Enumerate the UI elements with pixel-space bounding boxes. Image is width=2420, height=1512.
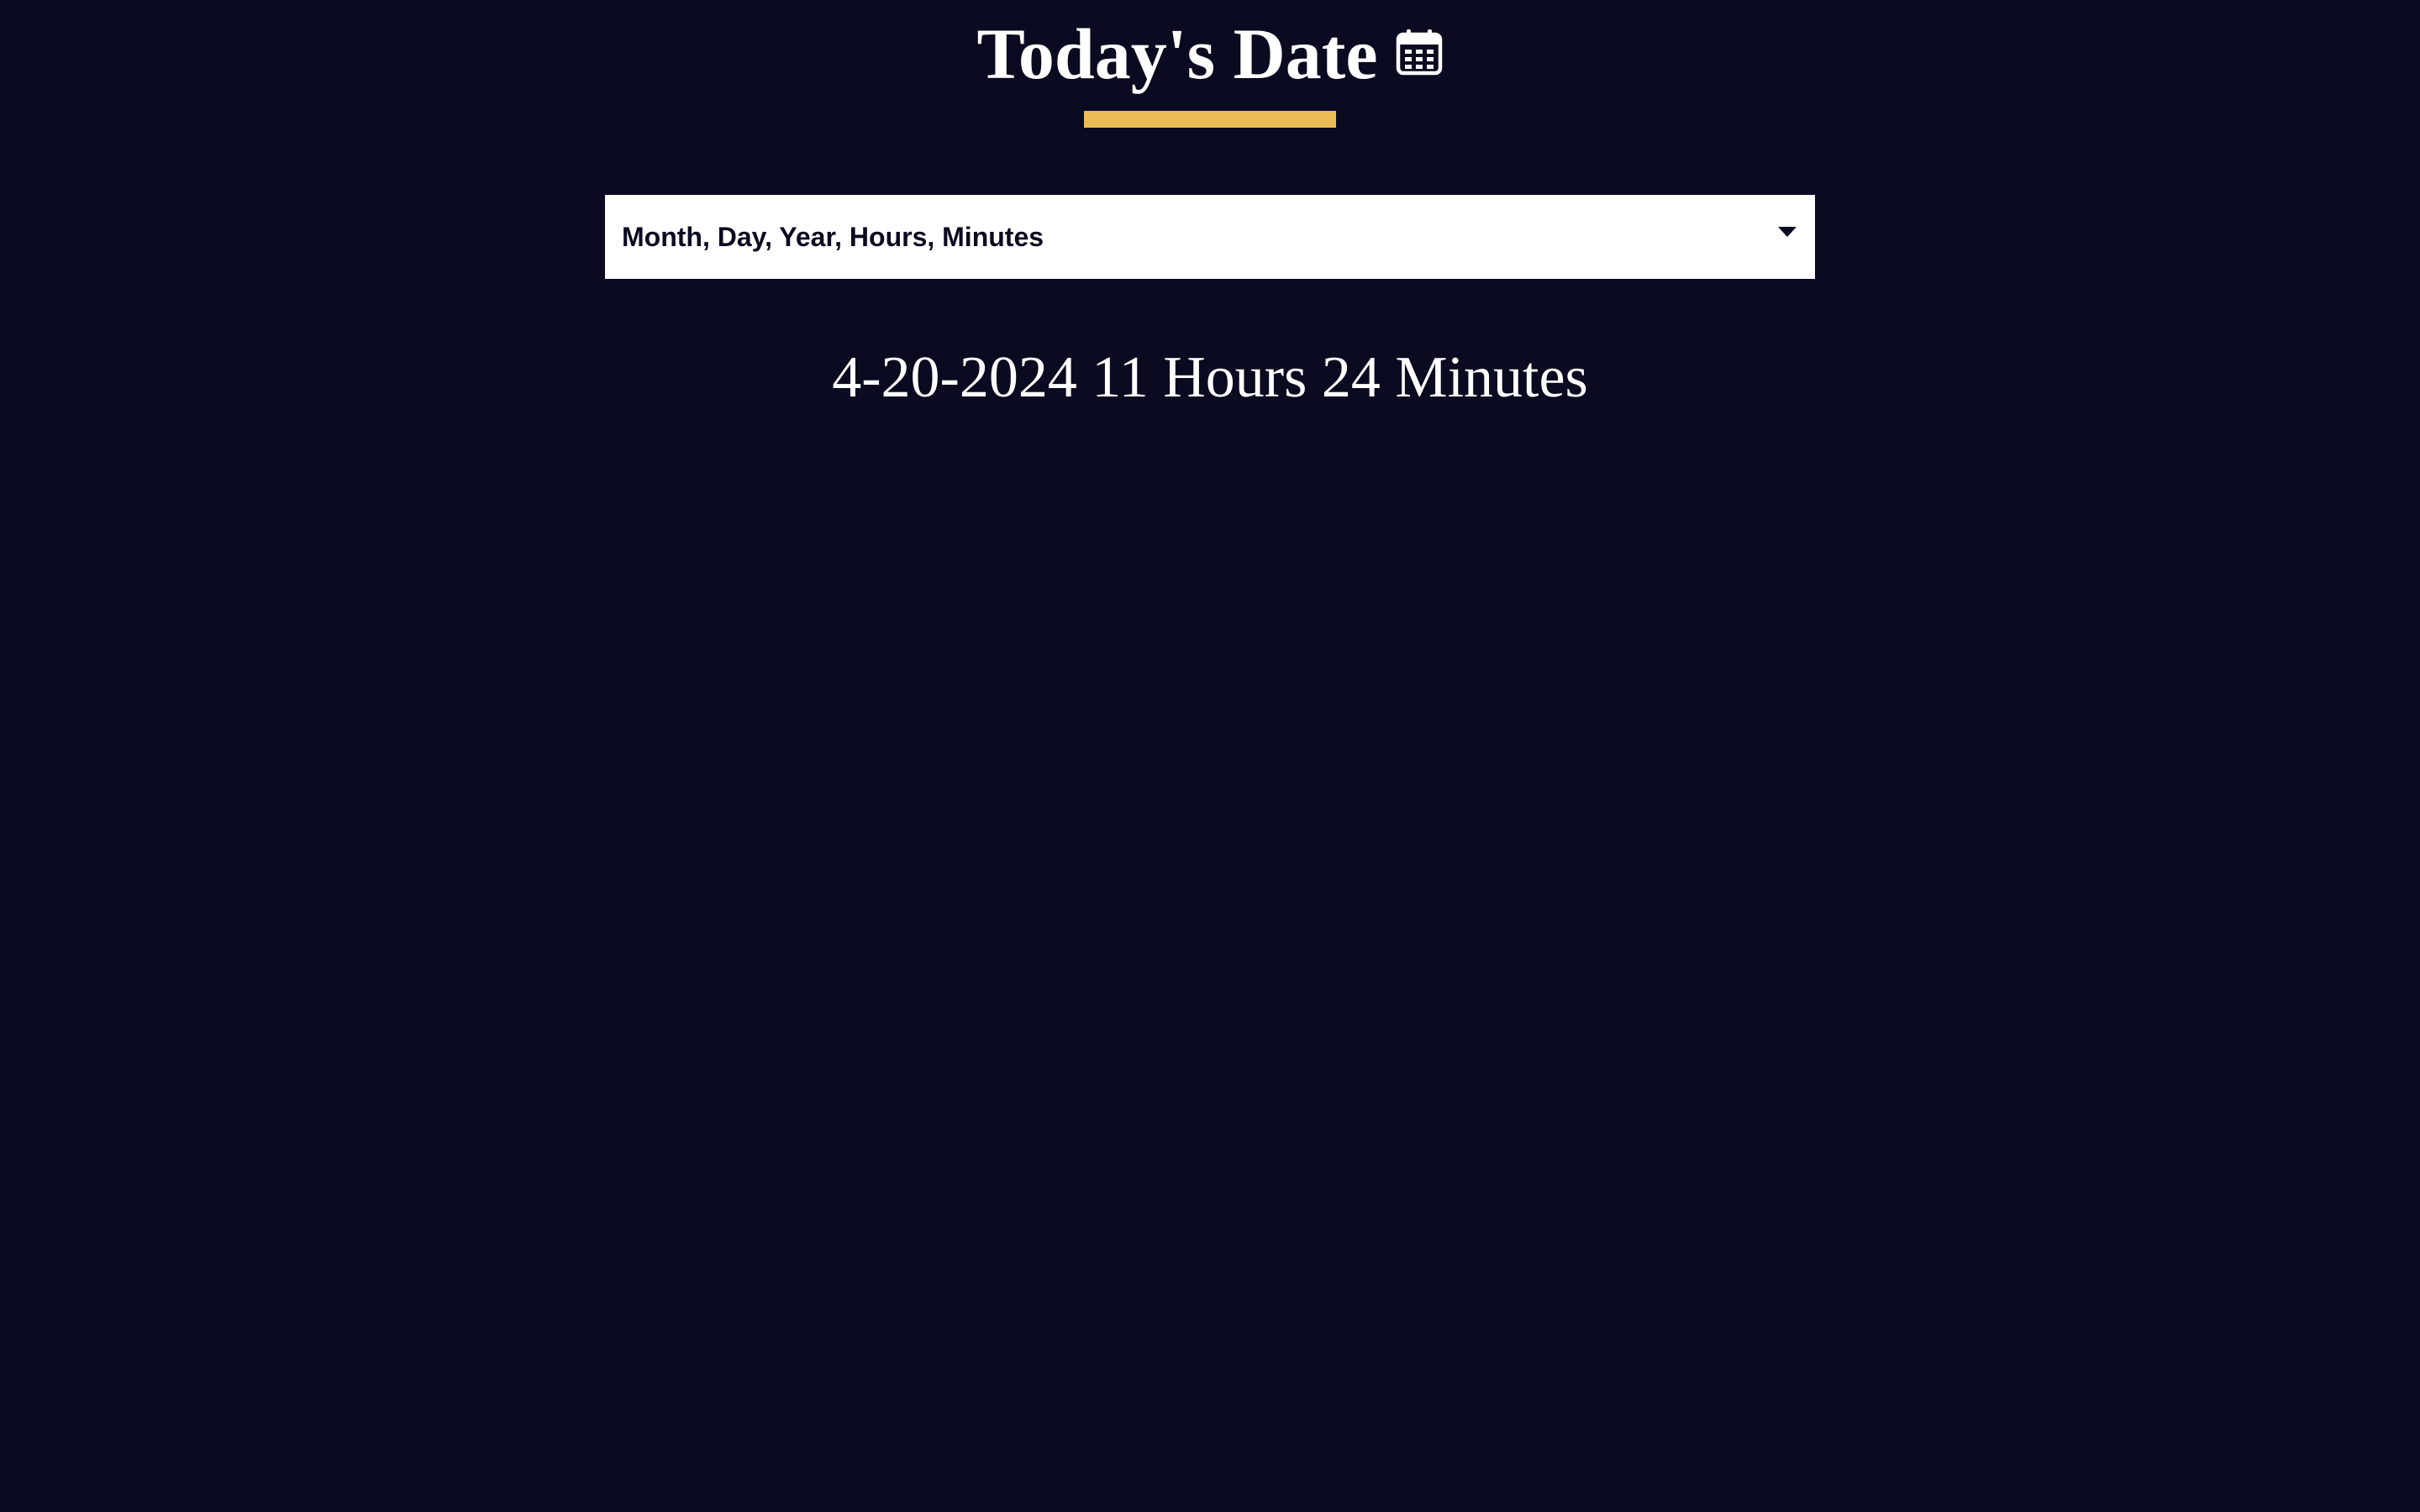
date-output: 4-20-2024 11 Hours 24 Minutes — [832, 345, 1588, 410]
date-format-selected-value: Month, Day, Year, Hours, Minutes — [622, 222, 1044, 252]
title-underline — [1084, 111, 1336, 128]
chevron-down-icon[interactable] — [1778, 227, 1797, 237]
title-row: Today's Date — [0, 12, 2420, 96]
page-title: Today's Date — [976, 13, 1378, 94]
page: Today's Date Month, Day, Year, Hours, Mi… — [0, 0, 2420, 1512]
date-format-select[interactable]: Month, Day, Year, Hours, Minutes — [605, 195, 1815, 279]
calendar-icon — [1396, 29, 1442, 76]
header: Today's Date — [0, 0, 2420, 134]
